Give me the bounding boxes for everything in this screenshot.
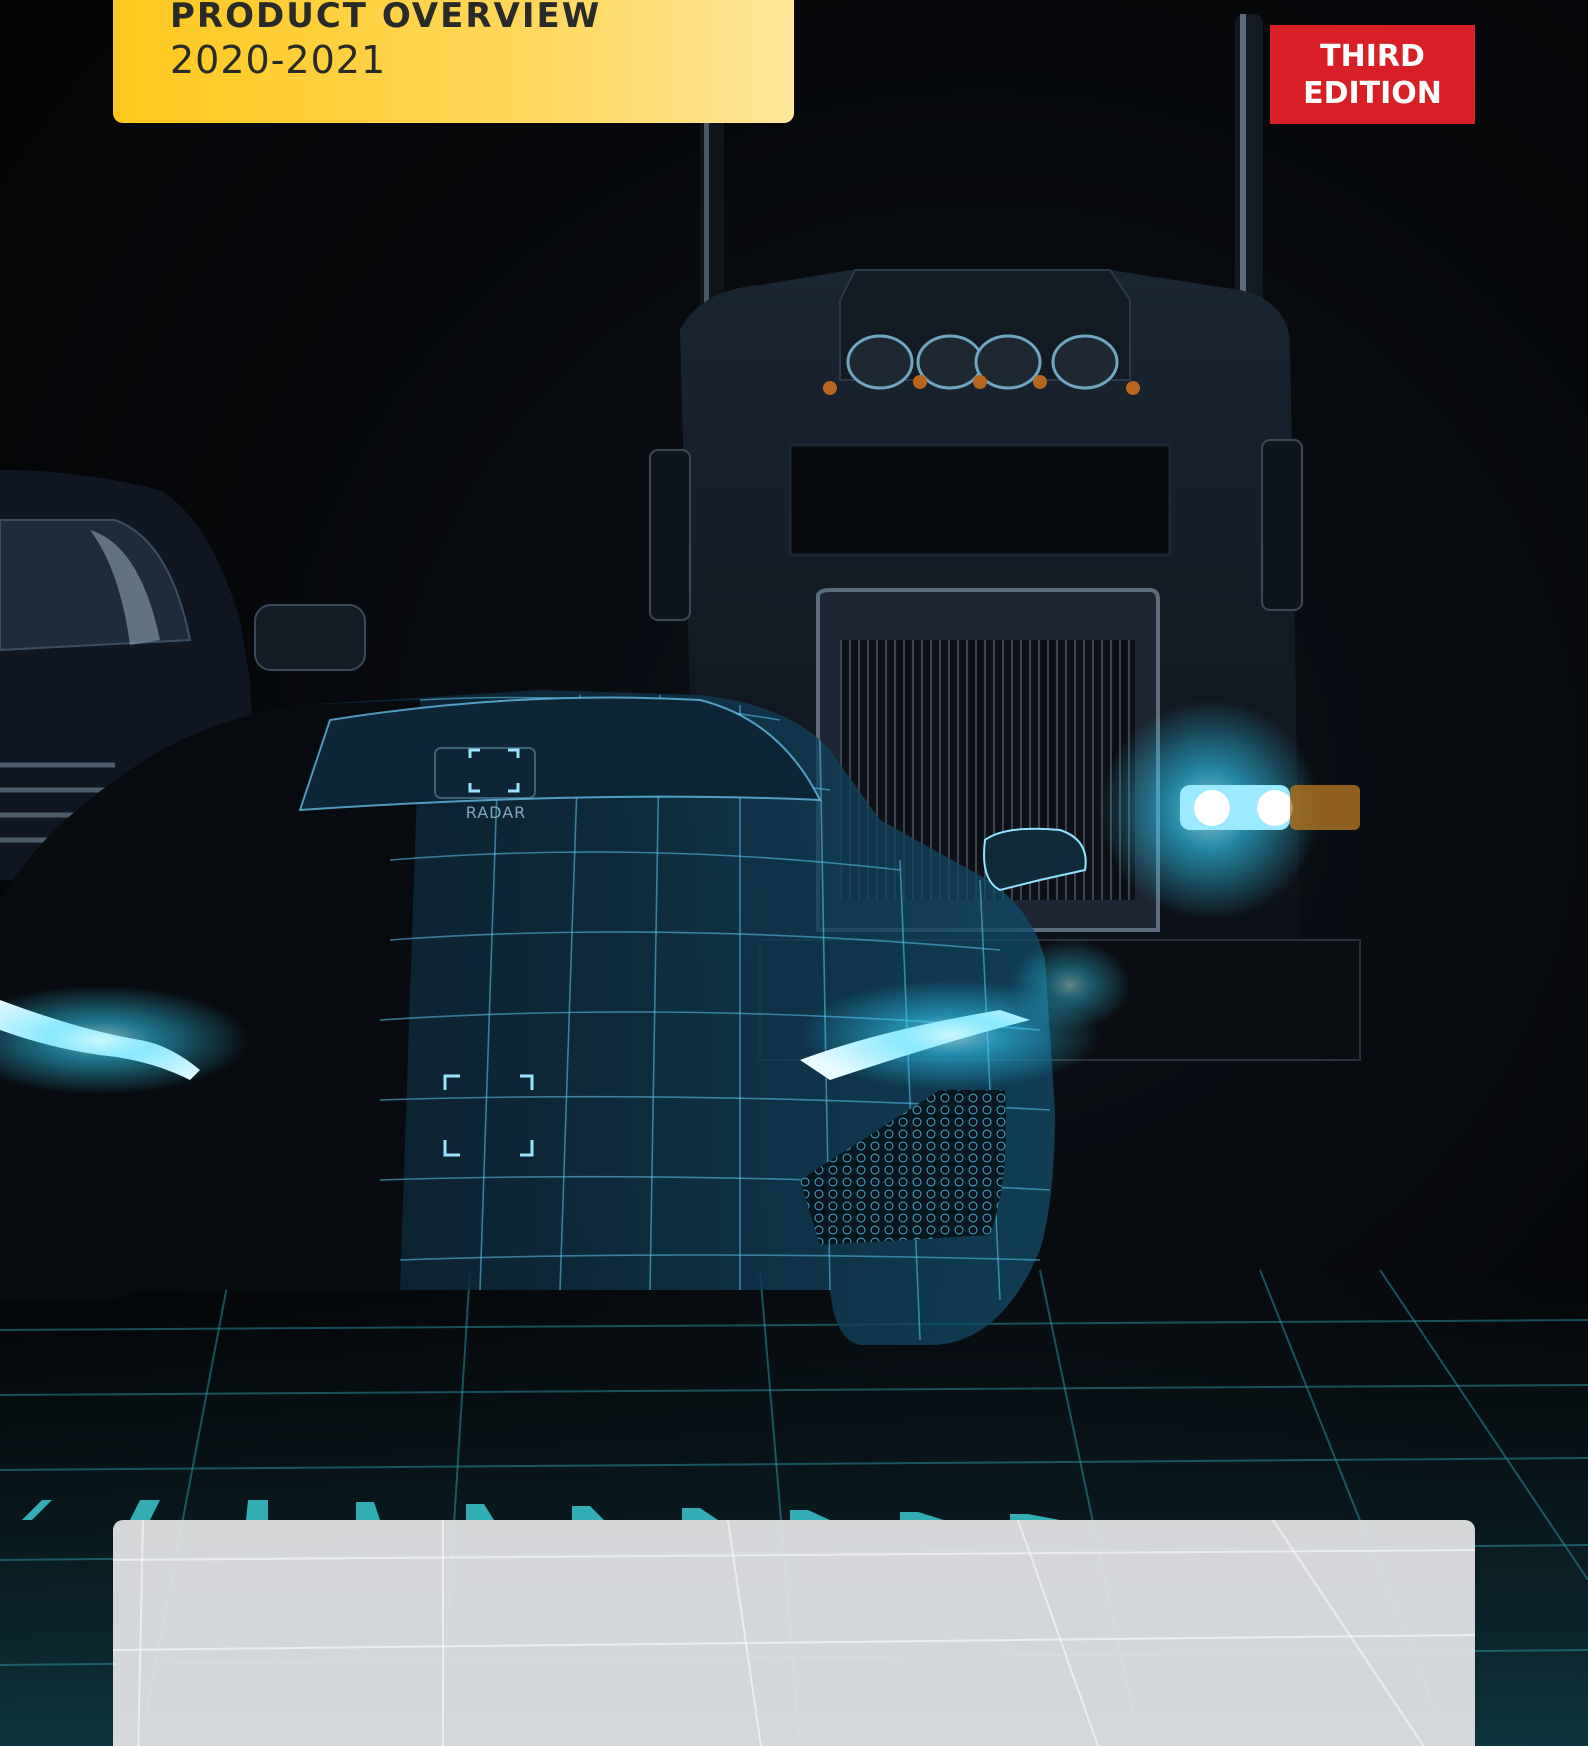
vehicles-artwork: RADAR <box>0 14 1588 1746</box>
document-years: 2020-2021 <box>170 38 387 82</box>
cover-page: RADAR PRODUCT OVERVIEW 2020-2021 THIRD E… <box>0 0 1588 1746</box>
edition-line2: EDITION <box>1303 76 1442 111</box>
edition-line1: THIRD <box>1320 39 1425 74</box>
radar-label: RADAR <box>466 803 527 822</box>
title-box: PRODUCT OVERVIEW 2020-2021 <box>113 0 794 123</box>
edition-badge: THIRD EDITION <box>1270 25 1475 124</box>
document-title: PRODUCT OVERVIEW <box>170 0 602 36</box>
bottom-panel <box>113 1520 1475 1746</box>
